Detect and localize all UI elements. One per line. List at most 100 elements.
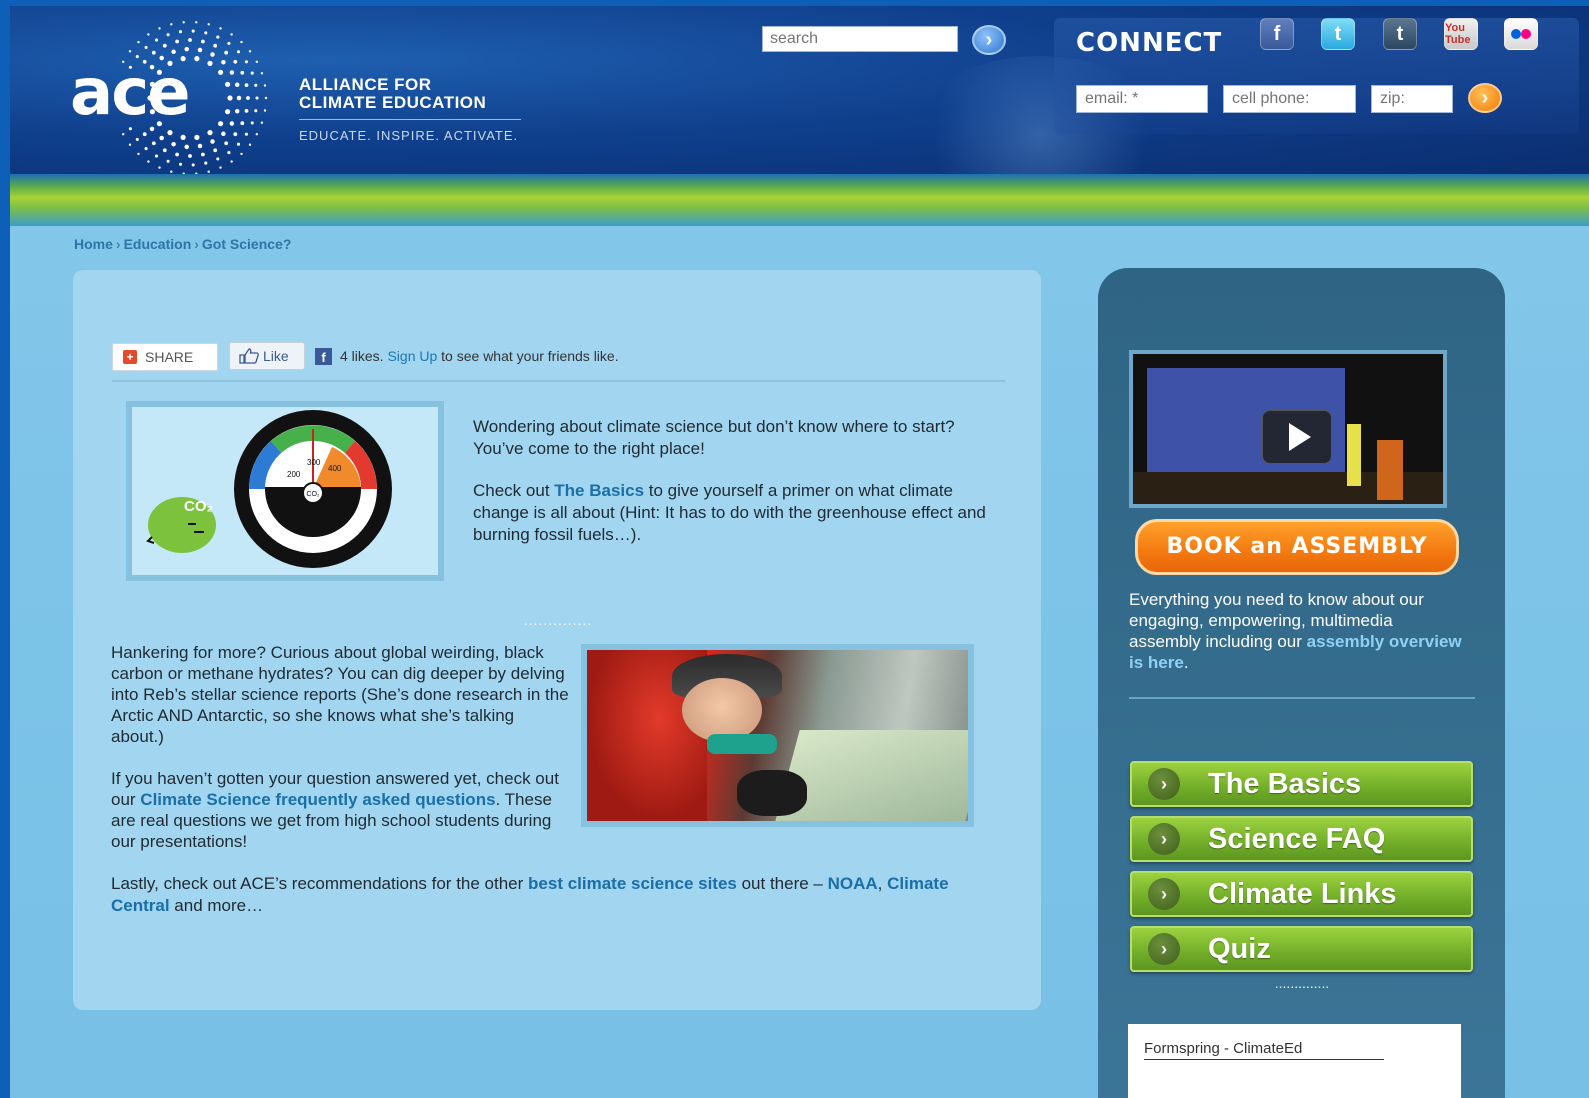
the-basics-link[interactable]: The Basics: [554, 481, 644, 500]
logo-dot: [250, 121, 254, 125]
science-faq-label: Science FAQ: [1208, 822, 1386, 855]
logo-dot: [166, 159, 170, 163]
logo-dot: [233, 132, 238, 137]
logo-dot: [144, 45, 148, 49]
logo-dot: [225, 109, 231, 115]
logo-dot: [147, 33, 150, 36]
share-divider: [112, 380, 1005, 382]
youtube-icon[interactable]: You Tube: [1444, 18, 1478, 50]
gauge-tick-300: 300: [307, 458, 321, 467]
logo-dot: [184, 144, 189, 150]
intro-p2-before: Check out: [473, 481, 555, 500]
like-label: Like: [263, 348, 289, 364]
tagline-climate-education: CLIMATE EDUCATION: [299, 93, 487, 112]
signup-link[interactable]: Sign Up: [387, 348, 437, 364]
logo-dot: [201, 39, 205, 44]
likes-summary: 4 likes. Sign Up to see what your friend…: [340, 348, 619, 364]
scarf: [707, 734, 777, 754]
flickr-icon[interactable]: [1504, 18, 1538, 50]
connect-title: CONNECT: [1076, 28, 1223, 58]
quiz-button[interactable]: › Quiz: [1130, 926, 1473, 972]
lastly-paragraph: Lastly, check out ACE’s recommendations …: [111, 873, 991, 917]
breadcrumb-education[interactable]: Education: [124, 236, 192, 252]
logo-dot: [135, 137, 139, 141]
logo-dot: [158, 27, 161, 30]
logo-dot: [201, 152, 205, 157]
logo-dot: [122, 133, 125, 136]
logo-dot: [246, 96, 250, 100]
logo-dot: [244, 109, 249, 113]
zip-field[interactable]: [1371, 85, 1453, 113]
logo-dot: [154, 154, 159, 158]
science-faq-button[interactable]: › Science FAQ: [1130, 816, 1473, 862]
logo-dot: [216, 35, 220, 39]
book-assembly-button[interactable]: BOOK an ASSEMBLY: [1135, 519, 1459, 575]
logo-dot: [213, 148, 218, 153]
logo-dot: [188, 38, 192, 42]
logo-dot: [227, 41, 231, 45]
facebook-icon[interactable]: f: [1260, 18, 1294, 50]
logo-dot: [227, 151, 231, 155]
site-header: ace ALLIANCE FOR CLIMATE EDUCATION EDUCA…: [10, 6, 1589, 186]
logo-dot: [224, 141, 229, 146]
logo-dot: [128, 50, 132, 53]
logo-dot: [182, 21, 185, 24]
section-divider: ..............: [523, 612, 593, 628]
tumblr-icon[interactable]: t: [1383, 18, 1417, 50]
best-sites-link[interactable]: best climate science sites: [528, 874, 737, 893]
intro-paragraph-2: Check out The Basics to give yourself a …: [473, 480, 998, 546]
climate-faq-link[interactable]: Climate Science frequently asked questio…: [140, 790, 495, 809]
formspring-underline: [1144, 1059, 1384, 1060]
logo-dot: [225, 81, 231, 87]
logo-dot: [255, 60, 258, 63]
header-green-band: [10, 174, 1589, 226]
logo-dot: [234, 108, 240, 114]
logo-dot: [213, 43, 218, 48]
the-basics-button[interactable]: › The Basics: [1130, 761, 1473, 807]
more-paragraph-1: Hankering for more? Curious about global…: [111, 643, 569, 746]
logo-dot: [254, 109, 258, 113]
formspring-title[interactable]: Formspring - ClimateEd: [1144, 1040, 1302, 1057]
formspring-widget: [1128, 1024, 1461, 1098]
twitter-icon[interactable]: t: [1321, 18, 1355, 50]
logo-dot: [197, 47, 203, 53]
co2-character-label: CO₂: [184, 498, 213, 515]
noaa-link[interactable]: NOAA: [828, 874, 878, 893]
breadcrumb-home[interactable]: Home: [74, 236, 113, 252]
logo-dot: [240, 40, 243, 44]
climate-links-button[interactable]: › Climate Links: [1130, 871, 1473, 917]
like-button[interactable]: Like: [229, 342, 305, 370]
cell-phone-field[interactable]: [1223, 85, 1356, 113]
logo-dot: [260, 72, 264, 75]
search-button[interactable]: ›: [972, 25, 1006, 55]
email-field[interactable]: [1076, 85, 1208, 113]
chevron-right-icon: ›: [1148, 933, 1180, 965]
share-button[interactable]: + SHARE: [112, 343, 218, 371]
logo-dot: [244, 132, 248, 136]
logo-dot: [227, 95, 233, 101]
thumbs-up-icon: [239, 348, 259, 364]
chevron-right-icon: ›: [1148, 878, 1180, 910]
likes-suffix: to see what your friends like.: [441, 348, 619, 364]
logo-dot: [175, 152, 179, 157]
breadcrumb-separator: ›: [194, 236, 199, 252]
play-icon[interactable]: [1262, 410, 1332, 464]
logo-dot: [218, 121, 224, 127]
play-triangle: [1288, 423, 1311, 451]
logo-wordmark[interactable]: ace: [70, 56, 191, 130]
share-label: SHARE: [145, 349, 194, 365]
logo-dot: [197, 143, 203, 149]
logo-dot: [195, 21, 198, 24]
co2-gauge-graphic: CO₂ 200 300 400 CO₂: [146, 410, 392, 568]
video-podium: [1377, 440, 1403, 500]
logo-dot: [210, 52, 215, 57]
search-input[interactable]: [762, 26, 958, 52]
logo-dot: [178, 30, 183, 34]
face: [682, 678, 762, 742]
logo-dot: [191, 163, 195, 167]
logo-dot: [250, 71, 254, 75]
co2-gauge-illustration: CO₂ 200 300 400 CO₂: [126, 401, 444, 581]
logo-dot: [142, 132, 147, 137]
logo-dot: [184, 46, 189, 52]
connect-submit-button[interactable]: ›: [1468, 83, 1502, 113]
